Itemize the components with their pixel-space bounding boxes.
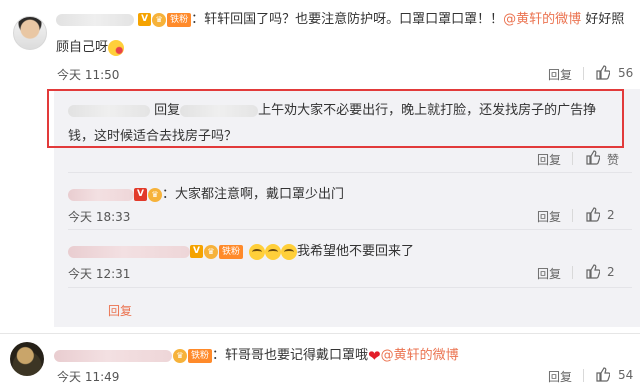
divider — [572, 266, 573, 279]
level-badge-icon: ♛ — [148, 187, 162, 202]
reply-time: 今天 18:33 — [68, 210, 131, 224]
thumbs-up-icon[interactable] — [596, 367, 610, 382]
kiss-emoji-icon — [108, 39, 125, 56]
reply-item: V ♛ ：大家都注意啊，戴口罩少出门 今天 18:33 回复 2 — [0, 173, 640, 228]
reply-text: ：大家都注意啊，戴口罩少出门 — [162, 187, 345, 202]
level-badge-icon: ♛ — [152, 12, 167, 27]
fan-badge: 铁粉 — [167, 12, 192, 27]
reply-button[interactable]: 回复 — [537, 208, 561, 225]
thumbs-up-icon[interactable] — [586, 150, 600, 165]
comment-item: ♛ 铁粉 ：轩哥哥也要记得戴口罩哦❤@黄轩的微博 今天 11:49 回复 54 — [0, 334, 640, 389]
comment-text: ：轩轩回国了吗？也要注意防护呀。口罩口罩口罩！！ — [191, 12, 504, 27]
reply-time: 今天 12:31 — [68, 267, 131, 281]
comment-body-line2: 顾自己呀 — [56, 36, 125, 56]
comment-text-line2: 顾自己呀 — [56, 40, 109, 55]
crying-emoji-icon — [281, 243, 298, 260]
verified-v-icon: V — [190, 245, 203, 258]
divider — [572, 209, 573, 222]
like-count: 54 — [618, 368, 634, 382]
avatar[interactable] — [13, 16, 47, 50]
highlight-box — [47, 89, 624, 148]
like-label[interactable]: 赞 — [607, 151, 619, 168]
divider — [583, 67, 584, 80]
crying-emoji-icon — [265, 243, 282, 260]
like-count: 2 — [607, 265, 615, 279]
username-blurred[interactable] — [54, 349, 172, 362]
comment-text-tail: 好好照 — [581, 12, 625, 27]
reply-button[interactable]: 回复 — [548, 368, 572, 385]
reply-item: V ♛ 铁粉 我希望他不要回来了 今天 12:31 回复 2 — [0, 230, 640, 285]
divider — [572, 152, 573, 165]
divider — [68, 287, 632, 288]
heart-icon: ❤ — [368, 346, 381, 365]
reply-button[interactable]: 回复 — [548, 66, 572, 83]
thumbs-up-icon[interactable] — [586, 207, 600, 222]
level-badge-icon: ♛ — [173, 348, 187, 363]
fan-badge: 铁粉 — [188, 348, 213, 363]
username-blurred[interactable] — [68, 188, 134, 201]
comment-time: 今天 11:50 — [57, 68, 120, 82]
verified-v-icon: V — [138, 13, 152, 26]
fan-badge: 铁粉 — [219, 244, 244, 259]
reply-button[interactable]: 回复 — [537, 151, 561, 168]
comment-body: V ♛ 铁粉 ：轩轩回国了吗？也要注意防护呀。口罩口罩口罩！！@黄轩的微博 好好照 — [56, 8, 624, 27]
verified-v-icon: V — [134, 188, 147, 201]
mention-link[interactable]: @黄轩的微博 — [503, 12, 581, 27]
mention-link[interactable]: @黄轩的微博 — [381, 348, 459, 363]
crying-emoji-icon — [249, 243, 266, 260]
level-badge-icon: ♛ — [204, 244, 218, 259]
comment-item: V ♛ 铁粉 ：轩轩回国了吗？也要注意防护呀。口罩口罩口罩！！@黄轩的微博 好好照 顾… — [0, 0, 640, 88]
reply-text: 我希望他不要回来了 — [297, 244, 415, 259]
thumbs-up-icon[interactable] — [596, 65, 610, 80]
username-blurred[interactable] — [56, 13, 134, 26]
username-blurred[interactable] — [68, 245, 190, 258]
divider — [583, 369, 584, 382]
reply-body: V ♛ ：大家都注意啊，戴口罩少出门 — [68, 183, 344, 202]
comment-time: 今天 11:49 — [57, 370, 120, 384]
comment-text: ：轩哥哥也要记得戴口罩哦 — [212, 348, 369, 363]
reply-body: V ♛ 铁粉 我希望他不要回来了 — [68, 240, 414, 260]
avatar[interactable] — [10, 342, 44, 376]
like-count: 2 — [607, 208, 615, 222]
comment-body: ♛ 铁粉 ：轩哥哥也要记得戴口罩哦❤@黄轩的微博 — [54, 344, 459, 365]
thumbs-up-icon[interactable] — [586, 264, 600, 279]
reply-button[interactable]: 回复 — [537, 265, 561, 282]
more-replies-link[interactable]: 回复 — [108, 302, 132, 319]
like-count: 56 — [618, 66, 634, 80]
